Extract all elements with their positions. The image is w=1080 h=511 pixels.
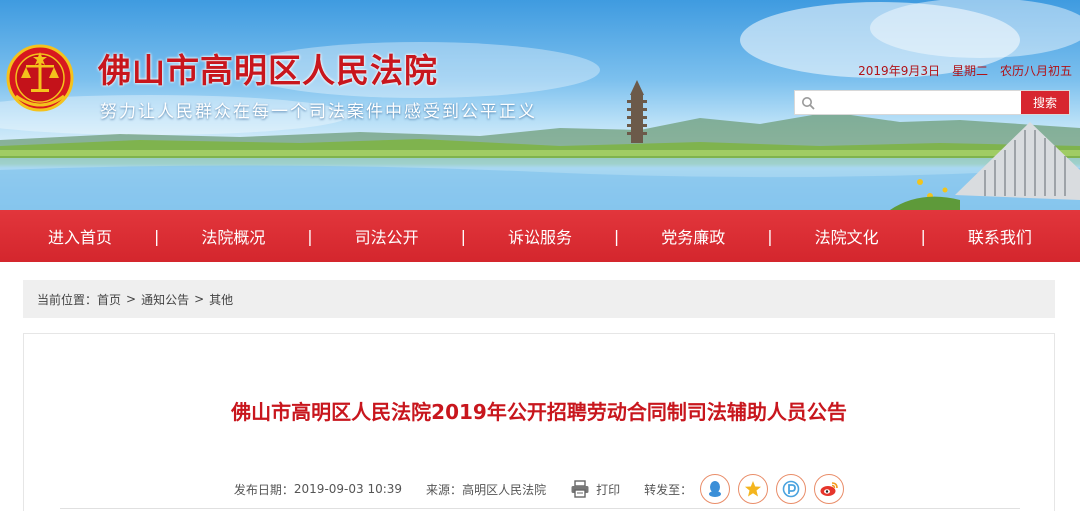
current-date: 2019年9月3日 [858, 64, 940, 78]
search-icon [795, 91, 821, 114]
nav-item-court-overview[interactable]: 法院概况 [201, 224, 265, 248]
nav-item-judicial-openness[interactable]: 司法公开 [355, 224, 419, 248]
breadcrumb-other-link[interactable]: 其他 [209, 291, 233, 308]
print-button[interactable]: 打印 [570, 480, 620, 498]
site-slogan: 努力让人民群众在每一个司法案件中感受到公平正义 [100, 102, 537, 122]
print-label: 打印 [596, 482, 621, 497]
source-label: 来源： [426, 482, 463, 497]
weibo-share-button[interactable] [814, 474, 845, 504]
current-weekday: 星期二 [951, 64, 988, 78]
site-title: 佛山市高明区人民法院 [98, 51, 438, 90]
breadcrumb-separator: > [194, 292, 205, 306]
printer-icon [571, 480, 589, 498]
nav-separator: | [153, 226, 160, 246]
publish-date: 2019-09-03 10:39 [293, 482, 403, 496]
search-button[interactable]: 搜索 [1021, 91, 1069, 114]
nav-separator: | [920, 226, 926, 246]
search-bar: 搜索 [794, 90, 1070, 115]
breadcrumb-home-link[interactable]: 首页 [97, 291, 121, 308]
share-icons [700, 474, 845, 504]
qq-icon [709, 481, 722, 497]
nav-separator: | [460, 226, 466, 246]
divider [60, 508, 1020, 509]
nav-item-litigation-services[interactable]: 诉讼服务 [508, 224, 572, 248]
article-panel: 佛山市高明区人民法院2019年公开招聘劳动合同制司法辅助人员公告 发布日期： 2… [23, 333, 1055, 511]
breadcrumb-prefix: 当前位置： [37, 292, 98, 307]
article-meta: 发布日期： 2019-09-03 10:39 来源： 高明区人民法院 打印 转发… [24, 474, 1054, 504]
breadcrumb-separator: > [126, 292, 137, 306]
nav-item-home[interactable]: 进入首页 [48, 224, 112, 248]
qzone-share-button[interactable] [738, 474, 769, 504]
nav-separator: | [613, 226, 620, 246]
date-display: 2019年9月3日 星期二 农历八月初五 [858, 62, 1072, 79]
search-input[interactable] [821, 91, 1021, 114]
main-nav: 进入首页 | 法院概况 | 司法公开 | 诉讼服务 | 党务廉政 | 法院文化 … [0, 210, 1080, 262]
qzone-star-icon [745, 481, 762, 497]
qq-share-button[interactable] [700, 474, 731, 504]
article-title: 佛山市高明区人民法院2019年公开招聘劳动合同制司法辅助人员公告 [231, 400, 847, 424]
pengyou-icon [782, 480, 800, 498]
weibo-icon [820, 482, 838, 496]
nav-item-court-culture[interactable]: 法院文化 [815, 224, 879, 248]
nav-item-contact-us[interactable]: 联系我们 [968, 224, 1032, 248]
publish-date-label: 发布日期： [233, 482, 294, 497]
breadcrumb-notices-link[interactable]: 通知公告 [141, 291, 189, 308]
court-emblem-logo [6, 44, 74, 112]
nav-separator: | [767, 226, 773, 246]
share-label: 转发至： [644, 482, 693, 497]
nav-separator: | [307, 226, 313, 246]
nav-item-party-integrity[interactable]: 党务廉政 [661, 224, 725, 248]
source-value: 高明区人民法院 [462, 482, 547, 497]
breadcrumb: 当前位置： 首页 > 通知公告 > 其他 [23, 280, 1055, 318]
lunar-date: 农历八月初五 [999, 64, 1072, 78]
header-banner: 佛山市高明区人民法院 努力让人民群众在每一个司法案件中感受到公平正义 2019年… [0, 0, 1080, 210]
pengyou-share-button[interactable] [776, 474, 807, 504]
